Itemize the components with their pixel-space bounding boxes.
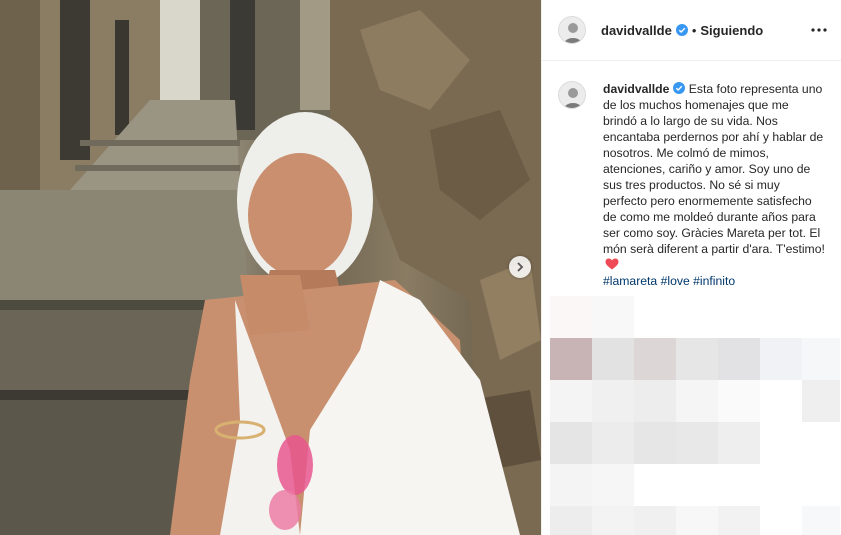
avatar-image xyxy=(559,17,585,43)
post-photo[interactable] xyxy=(0,0,541,535)
caption-avatar[interactable] xyxy=(558,81,586,109)
more-options-button[interactable] xyxy=(809,20,829,40)
caption-text-block: davidvallde Esta foto representa uno de … xyxy=(603,81,825,289)
hashtag-link[interactable]: #lamareta xyxy=(603,274,657,288)
post-header: davidvallde • Siguiendo xyxy=(542,0,841,61)
avatar[interactable] xyxy=(558,16,586,44)
more-horizontal-icon xyxy=(811,28,827,32)
hashtag-link[interactable]: #infinito xyxy=(693,274,735,288)
verified-badge-icon xyxy=(675,23,688,36)
photo-illustration xyxy=(0,0,541,535)
obscured-comments xyxy=(550,296,840,535)
verified-badge-icon xyxy=(673,82,686,94)
caption-username[interactable]: davidvallde xyxy=(603,82,669,96)
chevron-right-icon xyxy=(517,262,524,272)
header-username[interactable]: davidvallde xyxy=(601,23,688,38)
avatar-image xyxy=(559,82,585,108)
caption: davidvallde Esta foto representa uno de … xyxy=(542,61,841,289)
caption-body: Esta foto representa uno de los muchos h… xyxy=(603,82,825,256)
red-heart-icon xyxy=(605,258,619,270)
header-username-text[interactable]: davidvallde xyxy=(601,23,672,38)
hashtag-link[interactable]: #love xyxy=(661,274,690,288)
header-separator: • xyxy=(691,22,697,38)
following-button[interactable]: Siguiendo xyxy=(700,23,763,38)
carousel-next-button[interactable] xyxy=(509,256,531,278)
